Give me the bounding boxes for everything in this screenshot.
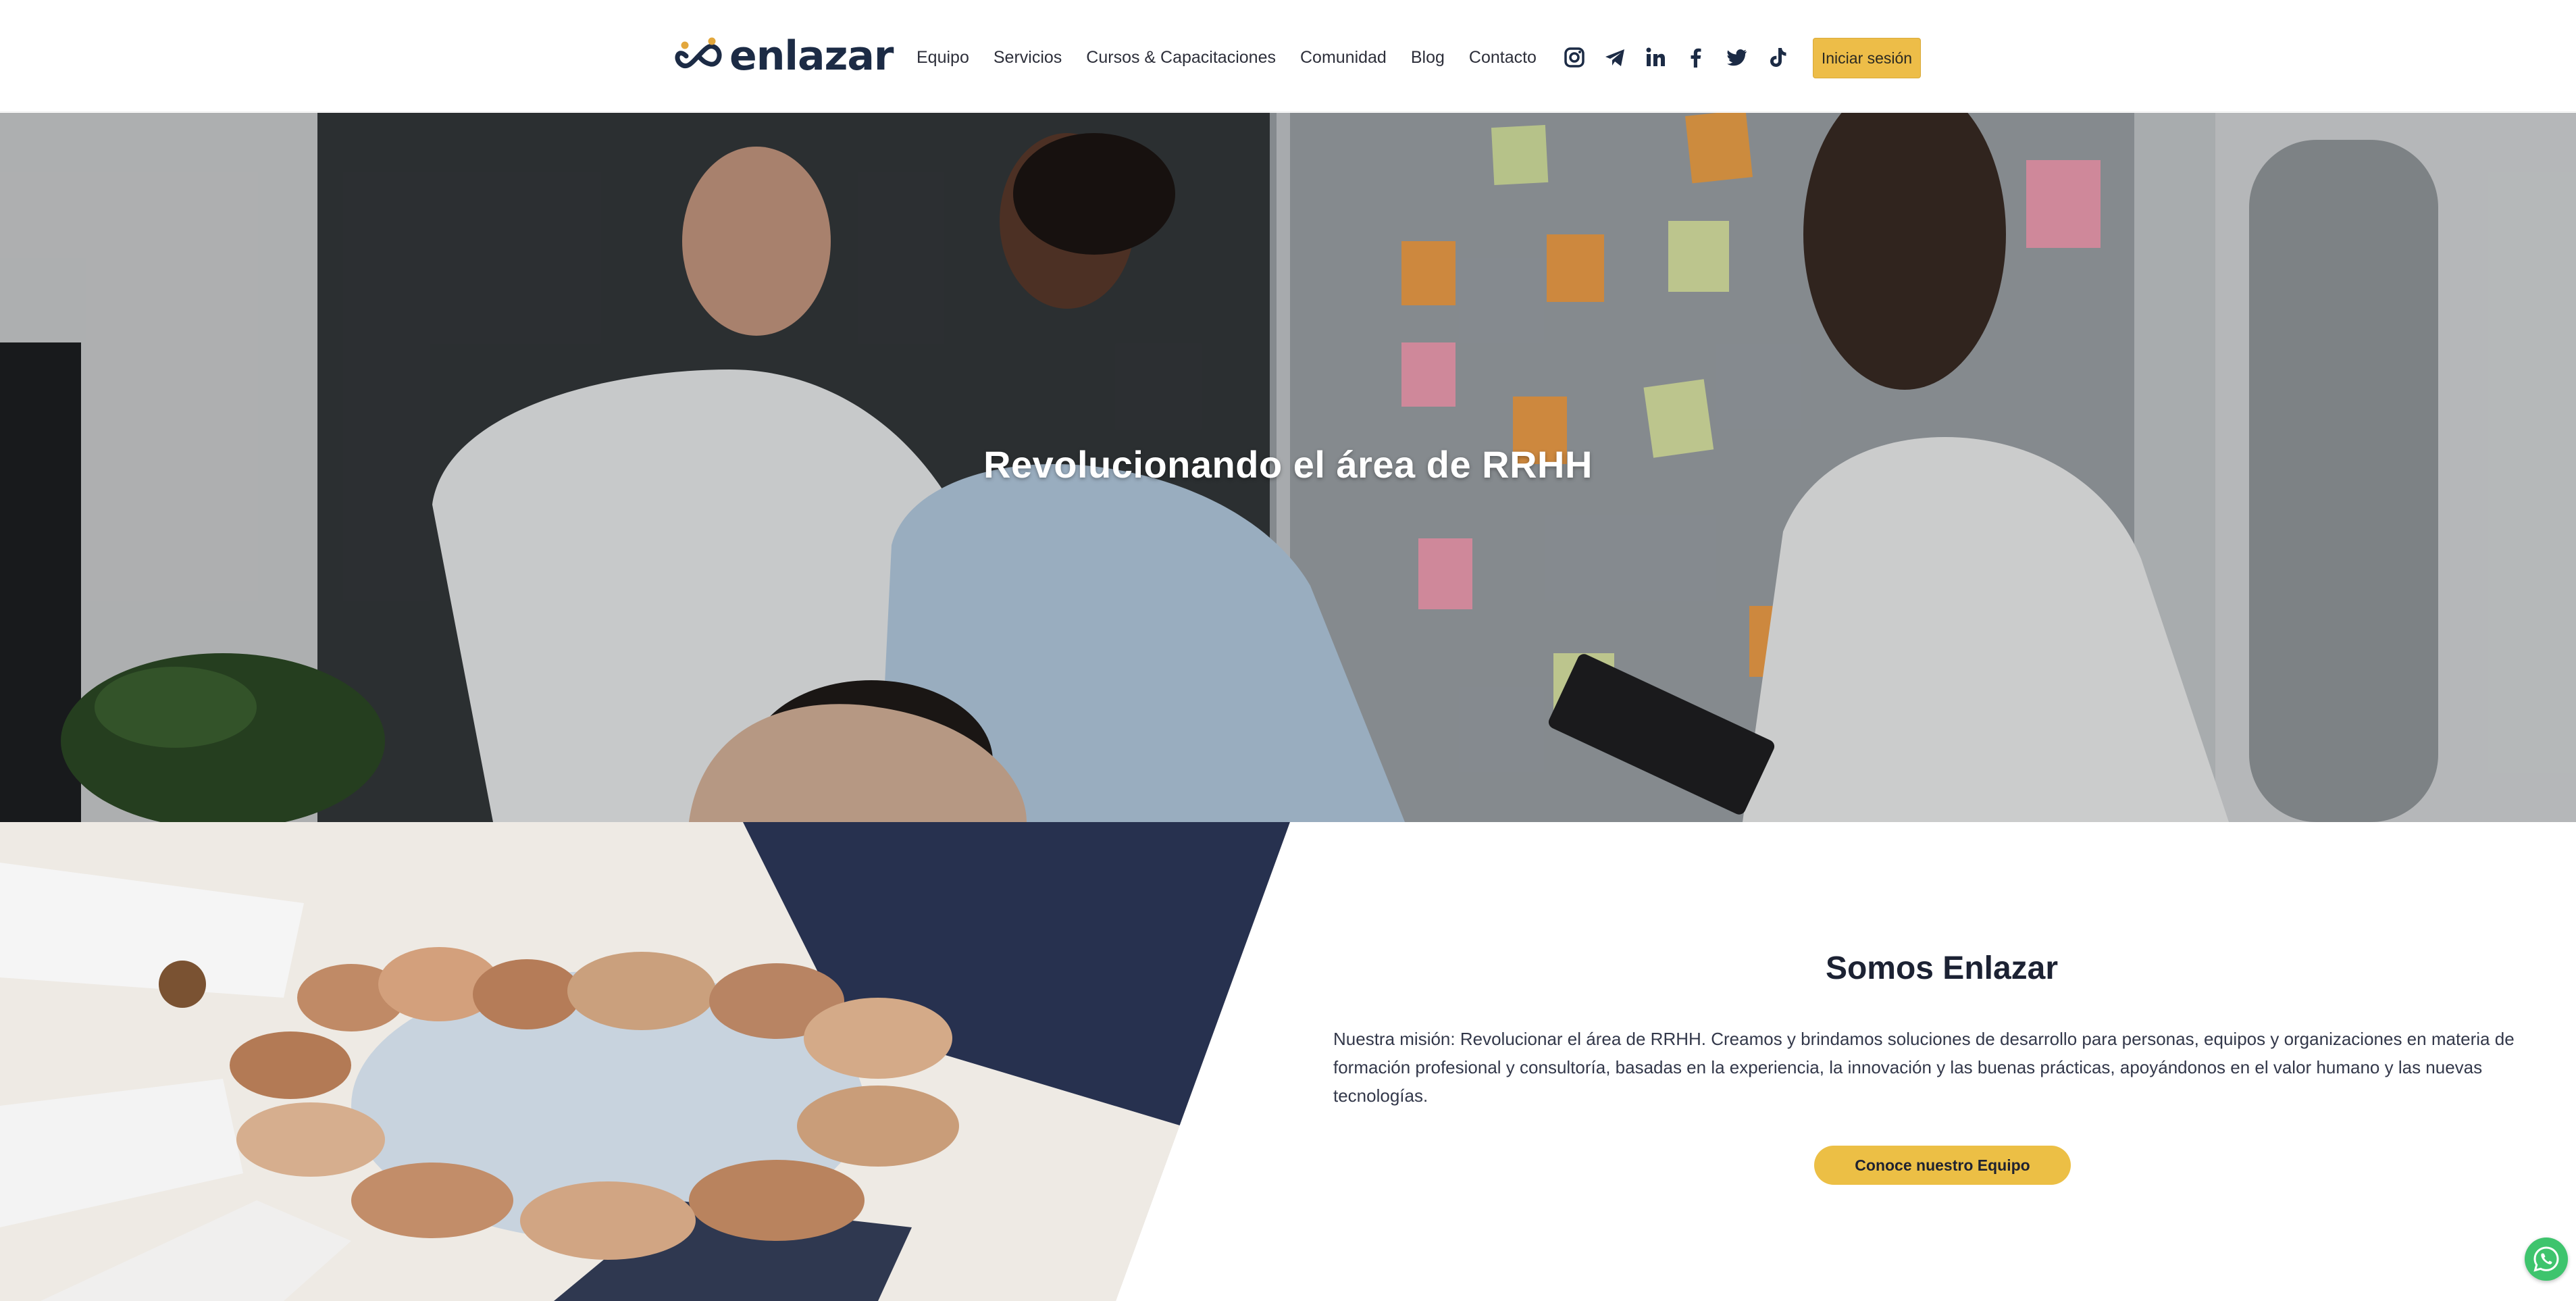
instagram-icon[interactable] bbox=[1561, 44, 1588, 71]
nav-item-equipo[interactable]: Equipo bbox=[917, 48, 969, 68]
telegram-icon[interactable] bbox=[1601, 44, 1628, 71]
logo[interactable]: enlazar bbox=[673, 32, 894, 80]
social-links bbox=[1561, 42, 1804, 73]
whatsapp-button[interactable] bbox=[2525, 1238, 2568, 1281]
site-header: enlazar Equipo Servicios Cursos & Capaci… bbox=[0, 0, 2576, 112]
nav-item-contacto[interactable]: Contacto bbox=[1469, 48, 1537, 68]
hero-title: Revolucionando el área de RRHH bbox=[983, 443, 1593, 486]
whatsapp-icon bbox=[2533, 1246, 2559, 1272]
nav-item-cursos[interactable]: Cursos & Capacitaciones bbox=[1086, 48, 1276, 68]
nav-item-comunidad[interactable]: Comunidad bbox=[1300, 48, 1387, 68]
mission-section: Somos Enlazar Nuestra misión: Revolucion… bbox=[0, 822, 2576, 1301]
mission-text: Nuestra misión: Revolucionar el área de … bbox=[1333, 1029, 2515, 1106]
logo-wordmark: enlazar bbox=[729, 32, 894, 80]
facebook-icon[interactable] bbox=[1682, 44, 1709, 71]
mission-title: Somos Enlazar bbox=[1825, 950, 2059, 986]
main-nav: Equipo Servicios Cursos & Capacitaciones… bbox=[917, 42, 1561, 73]
linkedin-icon[interactable] bbox=[1642, 44, 1669, 71]
login-button[interactable]: Iniciar sesión bbox=[1813, 38, 1921, 78]
nav-item-servicios[interactable]: Servicios bbox=[994, 48, 1062, 68]
twitter-icon[interactable] bbox=[1723, 44, 1750, 71]
tiktok-icon[interactable] bbox=[1763, 44, 1791, 71]
infinity-people-logo-icon bbox=[675, 37, 722, 69]
hero-banner: Revolucionando el área de RRHH bbox=[0, 113, 2576, 822]
team-cta-button[interactable]: Conoce nuestro Equipo bbox=[1814, 1146, 2071, 1185]
nav-item-blog[interactable]: Blog bbox=[1411, 48, 1445, 68]
hands-joined-circle-photo bbox=[0, 822, 1290, 1301]
